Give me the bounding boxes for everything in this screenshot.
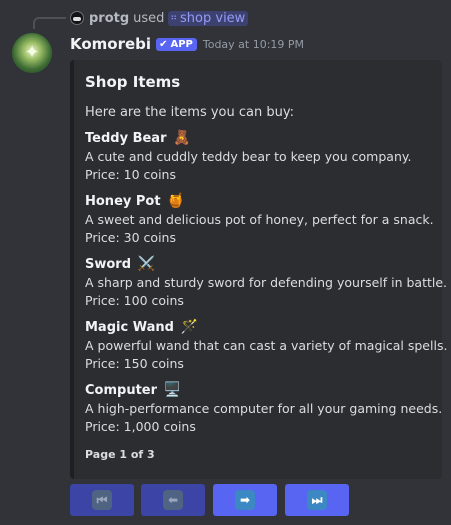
bot-avatar[interactable]: ✦ bbox=[12, 33, 52, 73]
item-name-row: Sword ⚔️ bbox=[85, 255, 430, 274]
crossed-swords-icon: ⚔️ bbox=[137, 256, 155, 272]
first-page-button[interactable]: ⏮ bbox=[70, 484, 134, 516]
message-header: Komorebi ✔ APP Today at 10:19 PM bbox=[70, 35, 304, 53]
reply-reference[interactable]: protg used ⠶ shop view bbox=[70, 9, 249, 27]
embed-intro: Here are the items you can buy: bbox=[85, 105, 294, 120]
shop-item: Magic Wand 🪄 A powerful wand that can ca… bbox=[85, 318, 448, 373]
item-name-row: Honey Pot 🍯 bbox=[85, 192, 430, 211]
item-price: Price: 100 coins bbox=[85, 293, 184, 308]
previous-page-button[interactable]: ⬅ bbox=[141, 484, 205, 516]
previous-page-icon: ⬅ bbox=[163, 490, 183, 510]
embed-title: Shop Items bbox=[85, 73, 181, 91]
shop-item: Teddy Bear 🧸 A cute and cuddly teddy bea… bbox=[85, 129, 430, 184]
shop-embed: Shop Items Here are the items you can bu… bbox=[70, 60, 448, 479]
item-description: A cute and cuddly teddy bear to keep you… bbox=[85, 149, 412, 164]
reply-user-avatar[interactable] bbox=[70, 11, 84, 25]
reply-used-text: used bbox=[133, 10, 165, 26]
item-name: Honey Pot bbox=[85, 194, 161, 209]
item-name-row: Magic Wand 🪄 bbox=[85, 318, 430, 337]
last-page-icon: ⏭ bbox=[307, 490, 327, 510]
first-page-icon: ⏮ bbox=[92, 490, 112, 510]
shop-item: Sword ⚔️ A sharp and sturdy sword for de… bbox=[85, 255, 448, 310]
honey-pot-icon: 🍯 bbox=[167, 193, 185, 209]
item-description: A sharp and sturdy sword for defending y… bbox=[85, 275, 448, 290]
embed-footer-page-indicator: Page 1 of 3 bbox=[85, 448, 155, 461]
computer-icon: 🖥️ bbox=[163, 382, 181, 398]
item-name: Teddy Bear bbox=[85, 131, 167, 146]
slash-command-link[interactable]: ⠶ shop view bbox=[168, 10, 249, 26]
shop-item: Honey Pot 🍯 A sweet and delicious pot of… bbox=[85, 192, 434, 247]
item-description: A powerful wand that can cast a variety … bbox=[85, 338, 448, 353]
item-name: Computer bbox=[85, 383, 158, 398]
item-name: Sword bbox=[85, 257, 132, 272]
last-page-button[interactable]: ⏭ bbox=[285, 484, 349, 516]
teddy-bear-icon: 🧸 bbox=[173, 130, 191, 146]
bot-username[interactable]: Komorebi bbox=[70, 35, 151, 53]
item-price: Price: 30 coins bbox=[85, 230, 176, 245]
reply-connector-line bbox=[33, 17, 66, 29]
item-name-row: Computer 🖥️ bbox=[85, 381, 430, 400]
sparkle-icon: ✦ bbox=[24, 42, 40, 63]
app-badge: ✔ APP bbox=[156, 37, 197, 51]
next-page-button[interactable]: ➡ bbox=[213, 484, 277, 516]
item-description: A sweet and delicious pot of honey, perf… bbox=[85, 212, 434, 227]
item-description: A high-performance computer for all your… bbox=[85, 401, 443, 416]
magic-wand-icon: 🪄 bbox=[180, 319, 198, 335]
app-badge-label: APP bbox=[170, 38, 193, 50]
shop-item: Computer 🖥️ A high-performance computer … bbox=[85, 381, 443, 436]
item-price: Price: 1,000 coins bbox=[85, 419, 196, 434]
slash-command-name: shop view bbox=[180, 10, 246, 26]
message-timestamp: Today at 10:19 PM bbox=[202, 37, 305, 51]
slash-command-icon: ⠶ bbox=[170, 13, 178, 23]
next-page-icon: ➡ bbox=[235, 490, 255, 510]
verified-check-icon: ✔ bbox=[159, 38, 168, 50]
item-name: Magic Wand bbox=[85, 320, 174, 335]
item-price: Price: 10 coins bbox=[85, 167, 176, 182]
item-price: Price: 150 coins bbox=[85, 356, 184, 371]
reply-username[interactable]: protg bbox=[89, 11, 129, 26]
item-name-row: Teddy Bear 🧸 bbox=[85, 129, 430, 148]
